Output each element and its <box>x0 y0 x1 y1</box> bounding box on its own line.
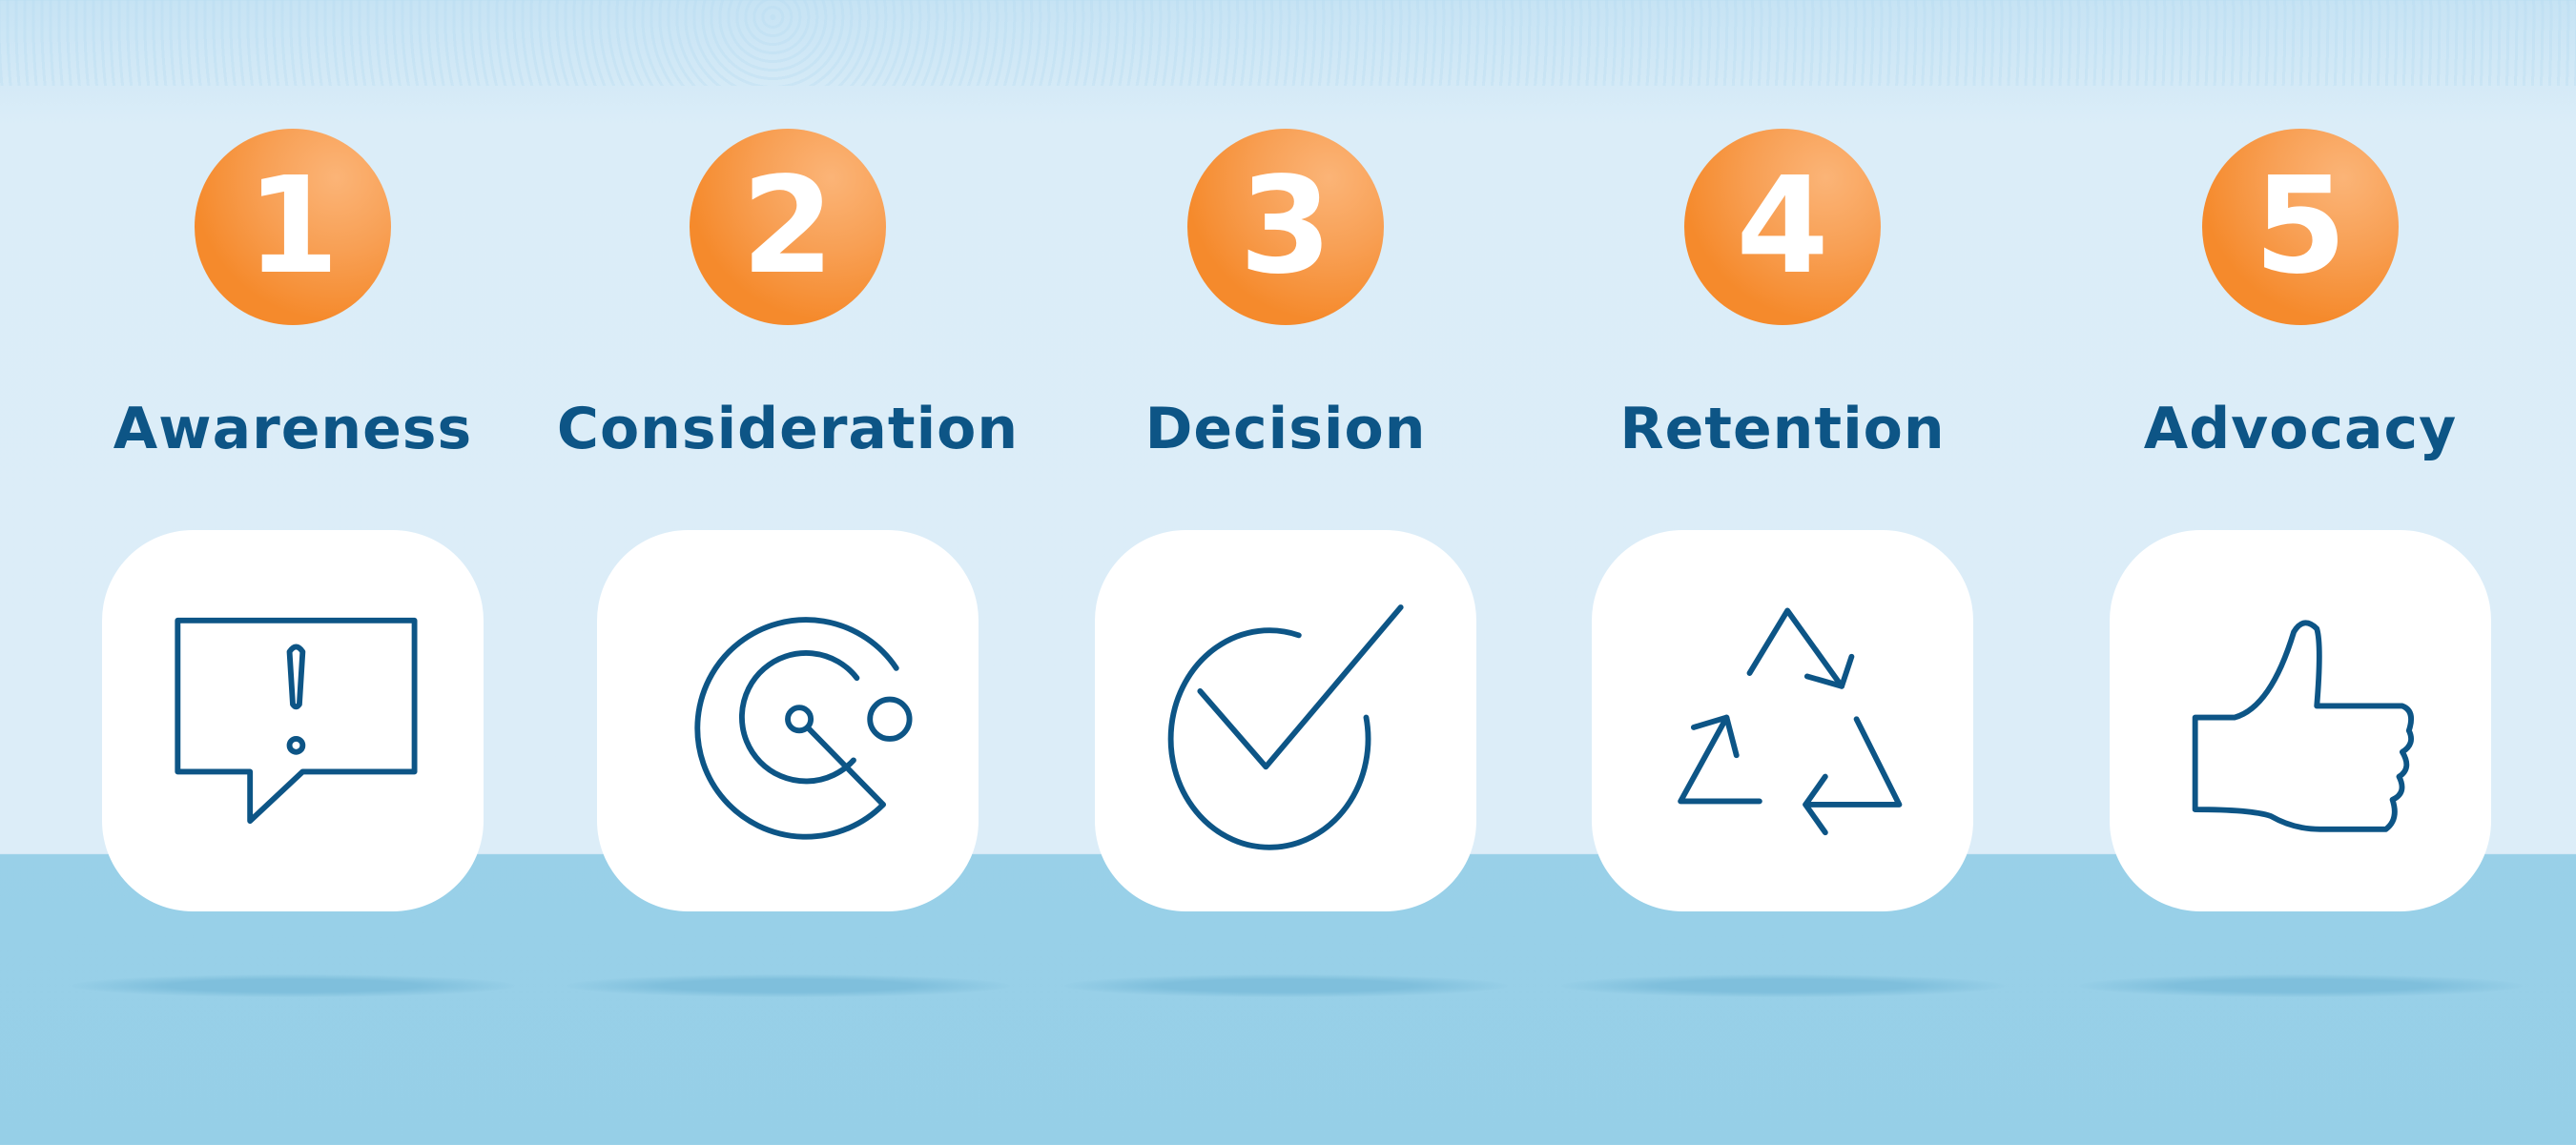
icon-card <box>102 530 484 911</box>
step-number-badge: 5 <box>2202 129 2399 325</box>
stage-awareness: 1 Awareness <box>54 0 531 1145</box>
icon-card <box>2110 530 2491 911</box>
step-number-badge: 1 <box>195 129 391 325</box>
stage-decision: 3 Decision <box>1047 0 1524 1145</box>
icon-card <box>1592 530 1973 911</box>
icon-card <box>1095 530 1476 911</box>
icon-card <box>597 530 979 911</box>
stage-consideration: 2 Consideration <box>549 0 1026 1145</box>
stage-label: Advocacy <box>2143 396 2458 462</box>
card-shadow <box>567 974 1010 997</box>
recycle-icon <box>1678 607 1903 836</box>
thumbs-up-icon <box>2192 620 2414 832</box>
step-number-badge: 4 <box>1684 129 1881 325</box>
checkmark-circle-icon <box>1167 604 1404 850</box>
card-shadow <box>1561 974 2005 997</box>
card-shadow <box>1064 974 1508 997</box>
stage-advocacy: 5 Advocacy <box>2062 0 2539 1145</box>
card-shadow <box>2079 974 2523 997</box>
stage-retention: 4 Retention <box>1544 0 2021 1145</box>
target-radar-icon <box>694 617 913 840</box>
step-number-badge: 3 <box>1187 129 1384 325</box>
card-shadow <box>72 974 515 997</box>
speech-bubble-exclamation-icon <box>175 617 418 825</box>
step-number-badge: 2 <box>690 129 886 325</box>
